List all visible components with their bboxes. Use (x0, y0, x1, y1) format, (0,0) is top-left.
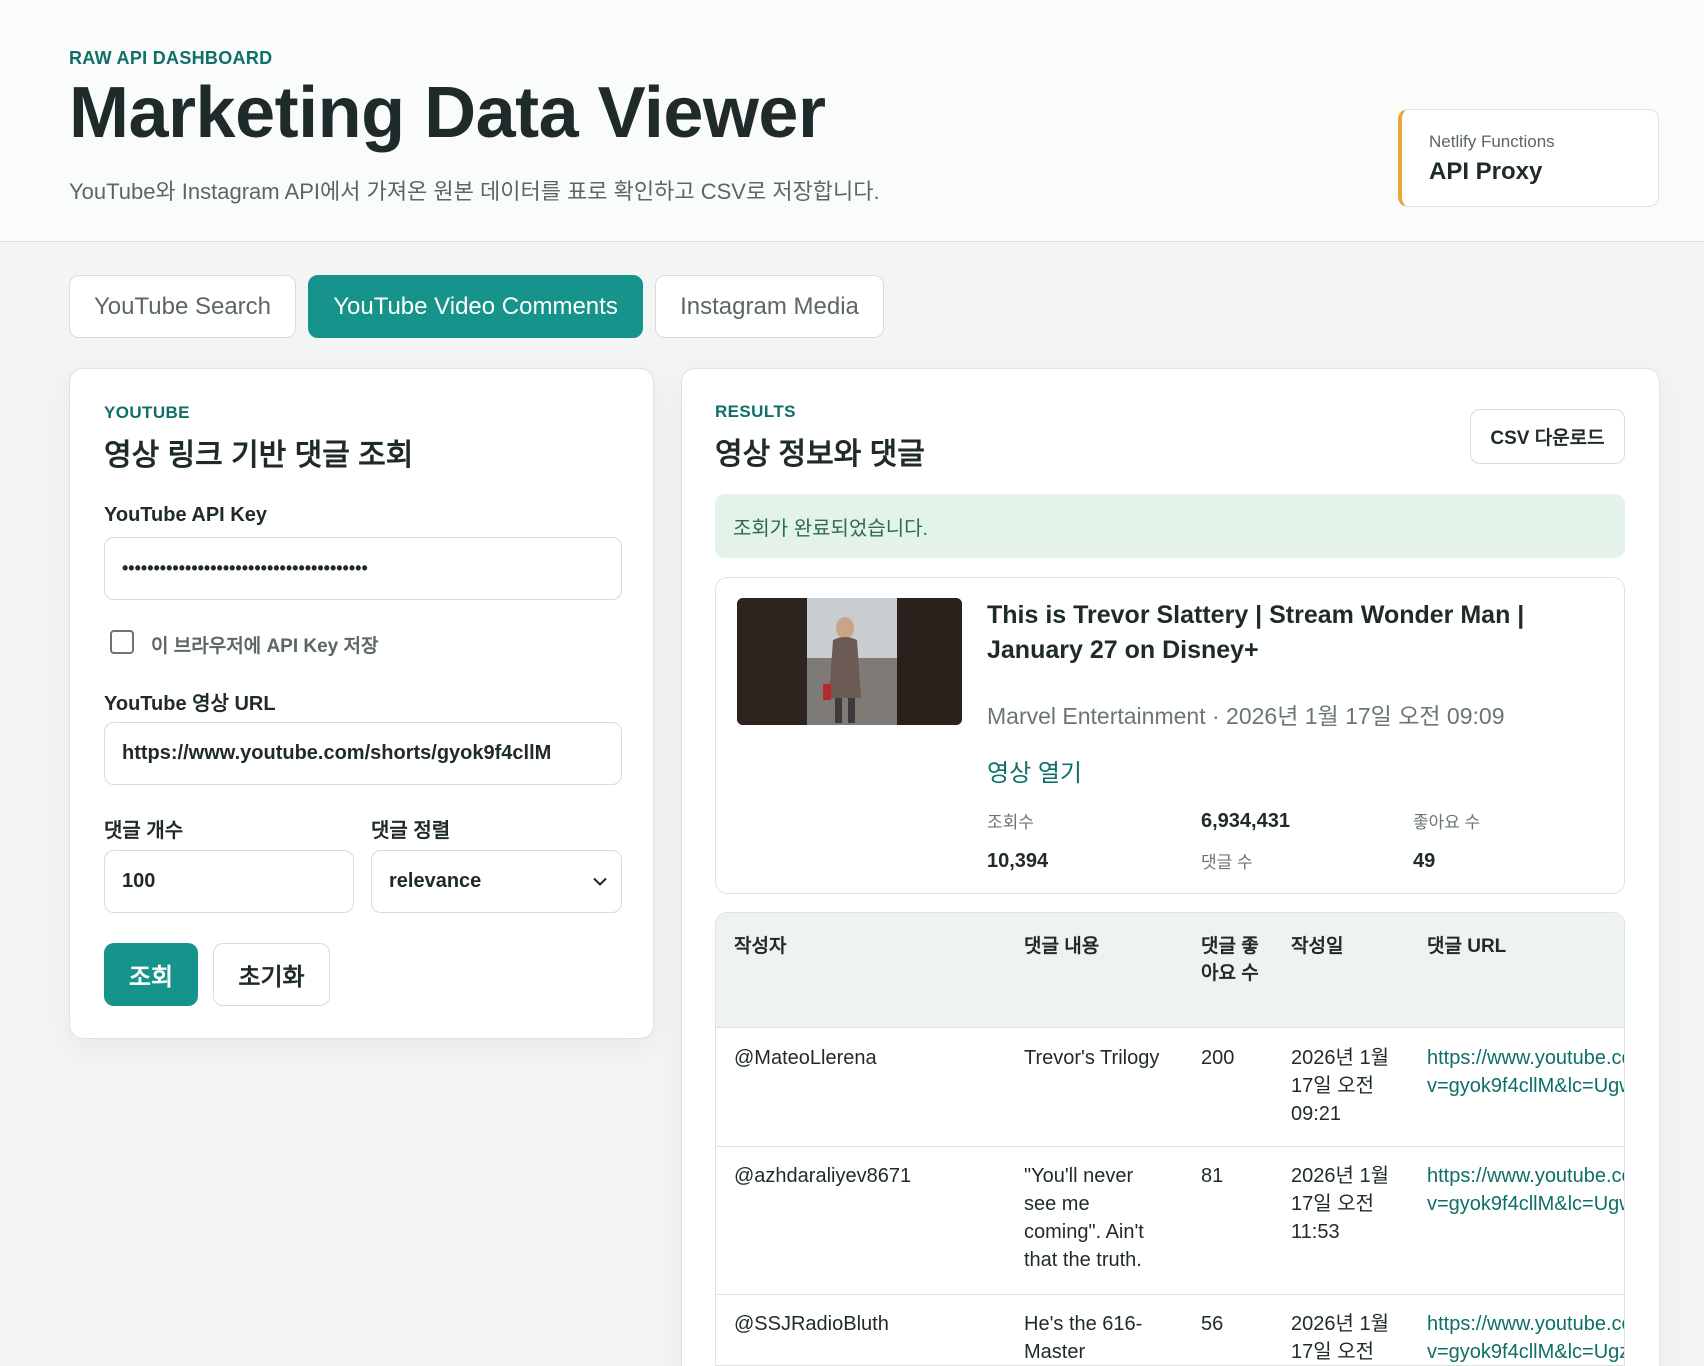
proxy-title: API Proxy (1429, 158, 1543, 185)
comment-sort-select[interactable]: relevance (371, 850, 622, 913)
tab-youtube-video-comments[interactable]: YouTube Video Comments (308, 275, 643, 338)
row-comment-text: Trevor's Trilogy (1024, 1047, 1160, 1069)
comment-sort-label: 댓글 정렬 (371, 820, 451, 842)
api-key-input[interactable]: ••••••••••••••••••••••••••••••••••••••• (104, 537, 622, 600)
row-url-line1[interactable]: https://www.youtube.co (1427, 1162, 1624, 1190)
video-thumbnail[interactable] (737, 598, 962, 725)
page-subtitle: YouTube와 Instagram API에서 가져온 원본 데이터를 표로 … (69, 179, 880, 204)
row-comment-text: He's the 616-Master (1024, 1313, 1143, 1363)
row-date: 2026년 1월 17일 오전 11:53 (1291, 1165, 1389, 1243)
header-comment-url: 댓글 URL (1427, 936, 1507, 957)
row-url-line1[interactable]: https://www.youtube.co (1427, 1310, 1624, 1338)
open-video-link[interactable]: 영상 열기 (987, 753, 1082, 788)
row-url-line2[interactable]: v=gyok9f4cllM&lc=Ugz (1427, 1338, 1624, 1365)
table-header: 작성자 댓글 내용 댓글 좋아요 수 작성일 댓글 URL (716, 913, 1624, 1028)
results-eyebrow: RESULTS (715, 402, 796, 421)
header-date: 작성일 (1291, 936, 1344, 957)
table-row: @azhdaraliyev8671 "You'll never see me c… (716, 1147, 1624, 1295)
video-meta: Marvel Entertainment · 2026년 1월 17일 오전 0… (987, 703, 1505, 729)
tab-instagram-media[interactable]: Instagram Media (655, 275, 884, 338)
row-likes: 200 (1201, 1047, 1235, 1069)
video-url-input[interactable]: https://www.youtube.com/shorts/gyok9f4cl… (104, 722, 622, 785)
save-key-checkbox[interactable] (110, 630, 134, 654)
header-comment-text: 댓글 내용 (1024, 936, 1100, 957)
row-date: 2026년 1월 17일 오전 (1291, 1313, 1389, 1363)
views-label: 조회수 (987, 813, 1034, 832)
api-key-label: YouTube API Key (104, 504, 267, 526)
row-url-line2[interactable]: v=gyok9f4cllM&lc=Ugw (1427, 1072, 1624, 1100)
chevron-down-icon (593, 877, 607, 886)
video-info-card: This is Trevor Slattery | Stream Wonder … (715, 577, 1625, 894)
api-proxy-card: Netlify Functions API Proxy (1398, 109, 1659, 207)
table-row: @SSJRadioBluth He's the 616-Master 56 20… (716, 1295, 1624, 1365)
form-title: 영상 링크 기반 댓글 조회 (104, 439, 414, 472)
comment-count-input[interactable]: 100 (104, 850, 354, 913)
api-key-value: ••••••••••••••••••••••••••••••••••••••• (122, 558, 368, 578)
comment-query-form-panel: YOUTUBE 영상 링크 기반 댓글 조회 YouTube API Key •… (69, 368, 654, 1039)
video-url-value: https://www.youtube.com/shorts/gyok9f4cl… (122, 742, 552, 764)
row-author: @SSJRadioBluth (734, 1313, 889, 1335)
thumbnail-image (737, 598, 962, 725)
row-author: @azhdaraliyev8671 (734, 1165, 912, 1187)
tab-youtube-search[interactable]: YouTube Search (69, 275, 296, 338)
status-message: 조회가 완료되었습니다. (715, 494, 1625, 558)
likes-value: 10,394 (987, 850, 1049, 872)
comment-sort-value: relevance (389, 870, 482, 892)
form-eyebrow: YOUTUBE (104, 403, 190, 422)
page-title: Marketing Data Viewer (69, 73, 826, 153)
header-comment-likes: 댓글 좋아요 수 (1201, 936, 1259, 984)
likes-label: 좋아요 수 (1413, 813, 1481, 832)
comment-count-value: 100 (122, 870, 156, 892)
header-author: 작성자 (734, 936, 787, 957)
video-title: This is Trevor Slattery | Stream Wonder … (987, 601, 1525, 664)
dashboard-eyebrow: RAW API DASHBOARD (69, 48, 273, 68)
status-text: 조회가 완료되었습니다. (733, 517, 929, 540)
comments-table: 작성자 댓글 내용 댓글 좋아요 수 작성일 댓글 URL @MateoLler… (715, 912, 1625, 1366)
row-url-line2[interactable]: v=gyok9f4cllM&lc=Ugw (1427, 1190, 1624, 1218)
proxy-provider-label: Netlify Functions (1429, 132, 1555, 151)
table-row: @MateoLlerena Trevor's Trilogy 200 2026년… (716, 1028, 1624, 1147)
comments-count-label: 댓글 수 (1201, 853, 1253, 872)
comment-count-label: 댓글 개수 (104, 820, 184, 842)
row-url-line1[interactable]: https://www.youtube.co (1427, 1044, 1624, 1072)
row-likes: 56 (1201, 1313, 1224, 1335)
save-key-label: 이 브라우저에 API Key 저장 (151, 636, 379, 657)
submit-query-button[interactable]: 조회 (104, 943, 198, 1006)
reset-button[interactable]: 초기화 (213, 943, 330, 1006)
row-comment-text: "You'll never see me coming". Ain't that… (1024, 1165, 1144, 1271)
comments-count-value: 49 (1413, 850, 1436, 872)
results-title: 영상 정보와 댓글 (715, 438, 925, 471)
row-author: @MateoLlerena (734, 1047, 877, 1069)
csv-download-button[interactable]: CSV 다운로드 (1470, 409, 1625, 464)
row-date: 2026년 1월 17일 오전 09:21 (1291, 1047, 1389, 1125)
video-url-label: YouTube 영상 URL (104, 693, 276, 715)
views-value: 6,934,431 (1201, 810, 1290, 832)
row-likes: 81 (1201, 1165, 1224, 1187)
page-header: RAW API DASHBOARD Marketing Data Viewer … (0, 0, 1704, 242)
